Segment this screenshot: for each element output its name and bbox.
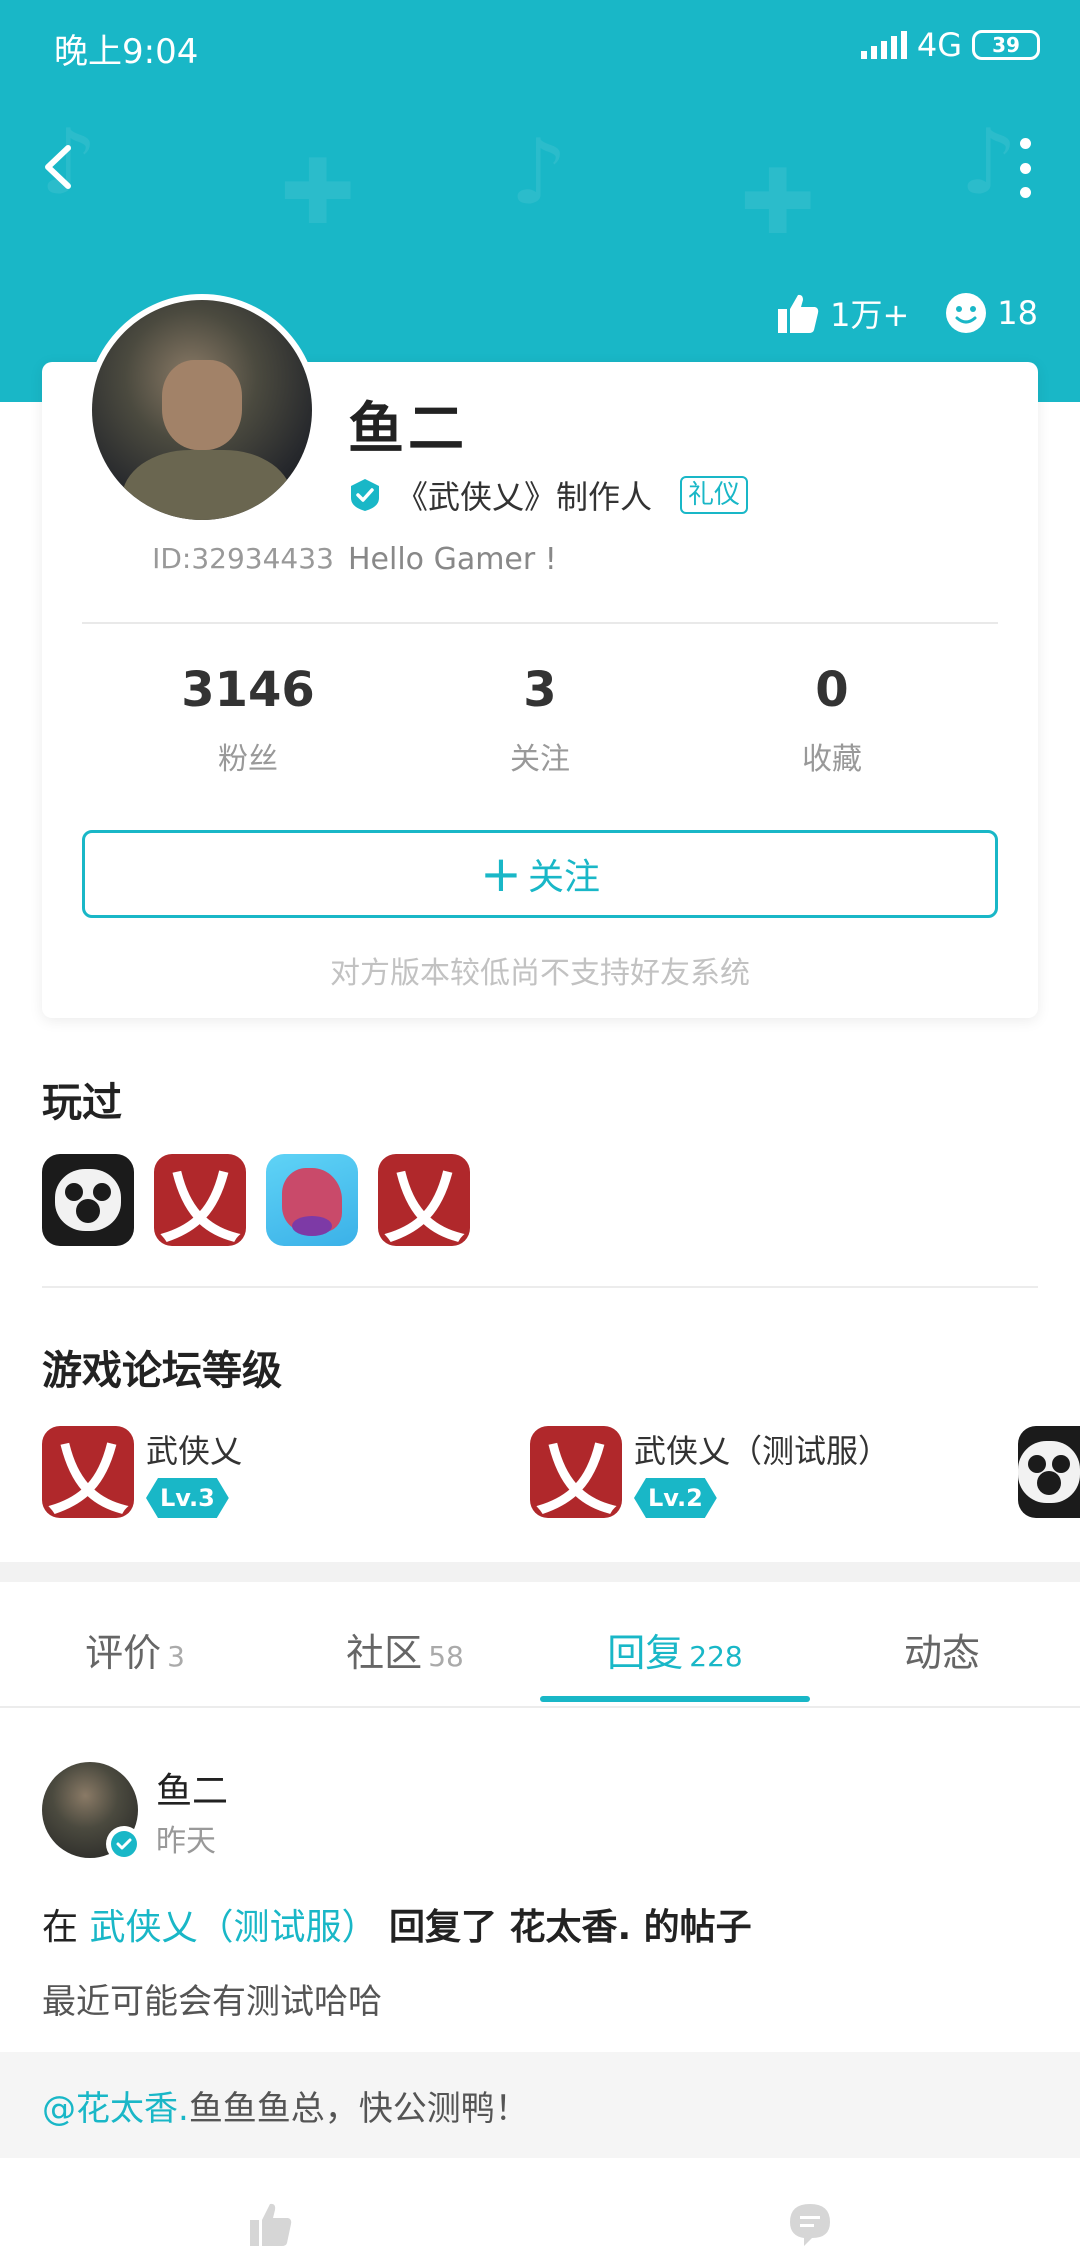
stat-value: 3 [523, 662, 557, 718]
tab-count: 3 [167, 1640, 185, 1673]
wuxia-game-icon[interactable]: 乂 [378, 1154, 470, 1246]
wuxia-game-icon: 乂 [530, 1426, 622, 1518]
stat-followers[interactable]: 3146 粉丝 [98, 662, 398, 778]
forum-level-item[interactable]: 乂 武侠乂（测试服） Lv.2 [530, 1426, 970, 1518]
post-action: 回复了 花太香. 的帖子 [388, 1907, 752, 1948]
stat-value: 0 [815, 662, 849, 718]
status-indicators: 4G 39 [860, 26, 1040, 64]
stat-following[interactable]: 3 关注 [390, 662, 690, 778]
stat-label: 关注 [510, 742, 570, 777]
wuxia-game-icon: 乂 [42, 1426, 134, 1518]
battery-level: 39 [992, 33, 1020, 57]
stat-value: 3146 [181, 662, 315, 718]
smiles-count: 18 [997, 294, 1038, 332]
tab-label: 评价 [85, 1631, 162, 1675]
level-badge: Lv.2 [634, 1478, 717, 1518]
section-separator [0, 1562, 1080, 1582]
smile-face-icon [946, 293, 987, 333]
forum-level-item[interactable]: 乂 武侠乂 Lv.3 [42, 1426, 482, 1518]
verified-badge-icon [351, 479, 379, 511]
post-title[interactable]: 在 武侠乂（测试服） 回复了 花太香. 的帖子 [42, 1898, 752, 1950]
status-time: 晚上9:04 [54, 32, 199, 72]
stat-label: 粉丝 [218, 742, 278, 777]
verified-title: 《武侠乂》制作人 [396, 478, 653, 516]
battery-icon: 39 [972, 30, 1040, 60]
tab-activity[interactable]: 动态 [810, 1622, 1080, 1677]
panda-game-icon[interactable] [1018, 1426, 1080, 1518]
signal-icon [860, 31, 907, 59]
header-stats: 1万+ 18 [776, 290, 1038, 336]
forum-levels-title: 游戏论坛等级 [42, 1348, 282, 1394]
tab-reviews[interactable]: 评价 3 [0, 1622, 270, 1677]
etiquette-tag[interactable]: 礼仪 [680, 476, 749, 514]
tab-count: 228 [689, 1640, 743, 1673]
music-note-decoration-icon: ♪ [510, 120, 568, 225]
played-section-title: 玩过 [42, 1080, 122, 1126]
back-button[interactable] [36, 132, 86, 202]
network-type: 4G [916, 26, 962, 64]
follow-button[interactable]: + 关注 [82, 830, 998, 918]
active-tab-indicator [540, 1696, 810, 1702]
gamepad-decoration-icon: ✚ [280, 140, 356, 245]
more-dot-icon [1019, 187, 1031, 198]
tab-community[interactable]: 社区 58 [270, 1622, 540, 1677]
tab-replies[interactable]: 回复 228 [540, 1622, 810, 1677]
thumbs-up-icon [778, 294, 819, 333]
forum-name: 武侠乂（测试服） [634, 1432, 891, 1470]
like-post-icon[interactable] [246, 2200, 294, 2248]
verified-badge-icon [106, 1826, 142, 1862]
plus-icon: + [480, 845, 522, 903]
tab-label: 动态 [903, 1631, 980, 1675]
profile-avatar[interactable] [86, 294, 318, 526]
likes-count: 1万+ [830, 296, 910, 334]
follow-button-label: 关注 [527, 857, 600, 898]
forum-name: 武侠乂 [146, 1432, 243, 1470]
tab-label: 社区 [346, 1631, 423, 1675]
more-dot-icon [1019, 162, 1031, 174]
smiles-stat[interactable]: 18 [945, 292, 1038, 334]
verified-title-row: 《武侠乂》制作人 礼仪 [348, 472, 749, 518]
post-author-name[interactable]: 鱼二 [156, 1762, 228, 1814]
post-body[interactable]: 最近可能会有测试哈哈 [42, 1974, 382, 2023]
post-time: 昨天 [156, 1824, 216, 1859]
card-divider [82, 622, 998, 624]
section-divider [42, 1286, 1038, 1288]
tab-label: 回复 [607, 1631, 684, 1675]
stat-label: 收藏 [802, 742, 862, 777]
more-dot-icon [1019, 138, 1031, 149]
profile-name: 鱼二 [348, 397, 468, 462]
stat-favorites[interactable]: 0 收藏 [682, 662, 982, 778]
wuxia-game-icon[interactable]: 乂 [154, 1154, 246, 1246]
more-options-button[interactable] [1000, 138, 1050, 198]
quoted-reply[interactable]: @花太香. 鱼鱼鱼总，快公测鸭！ [0, 2052, 1080, 2158]
post-prefix: 在 [42, 1907, 79, 1948]
dino-game-icon[interactable] [266, 1154, 358, 1246]
profile-tabs: 评价 3 社区 58 回复 228 动态 [0, 1582, 1080, 1708]
gamepad-decoration-icon: ✚ [740, 150, 816, 255]
tab-count: 58 [428, 1640, 464, 1673]
avatar-image [92, 300, 312, 520]
comment-post-icon[interactable] [786, 2200, 834, 2248]
post-author-avatar[interactable] [42, 1762, 142, 1862]
panda-game-icon[interactable] [42, 1154, 134, 1246]
forum-link[interactable]: 武侠乂（测试服） [89, 1907, 377, 1948]
friend-system-note: 对方版本较低尚不支持好友系统 [330, 956, 750, 991]
level-badge: Lv.3 [146, 1478, 229, 1518]
likes-stat[interactable]: 1万+ [776, 290, 909, 336]
quote-text: 鱼鱼鱼总，快公测鸭！ [188, 2088, 529, 2129]
mention-link[interactable]: @花太香. [42, 2081, 189, 2130]
back-arrow-icon [45, 145, 71, 189]
status-bar: 晚上9:04 4G 39 [0, 0, 1080, 90]
profile-bio: Hello Gamer ! [348, 542, 557, 577]
